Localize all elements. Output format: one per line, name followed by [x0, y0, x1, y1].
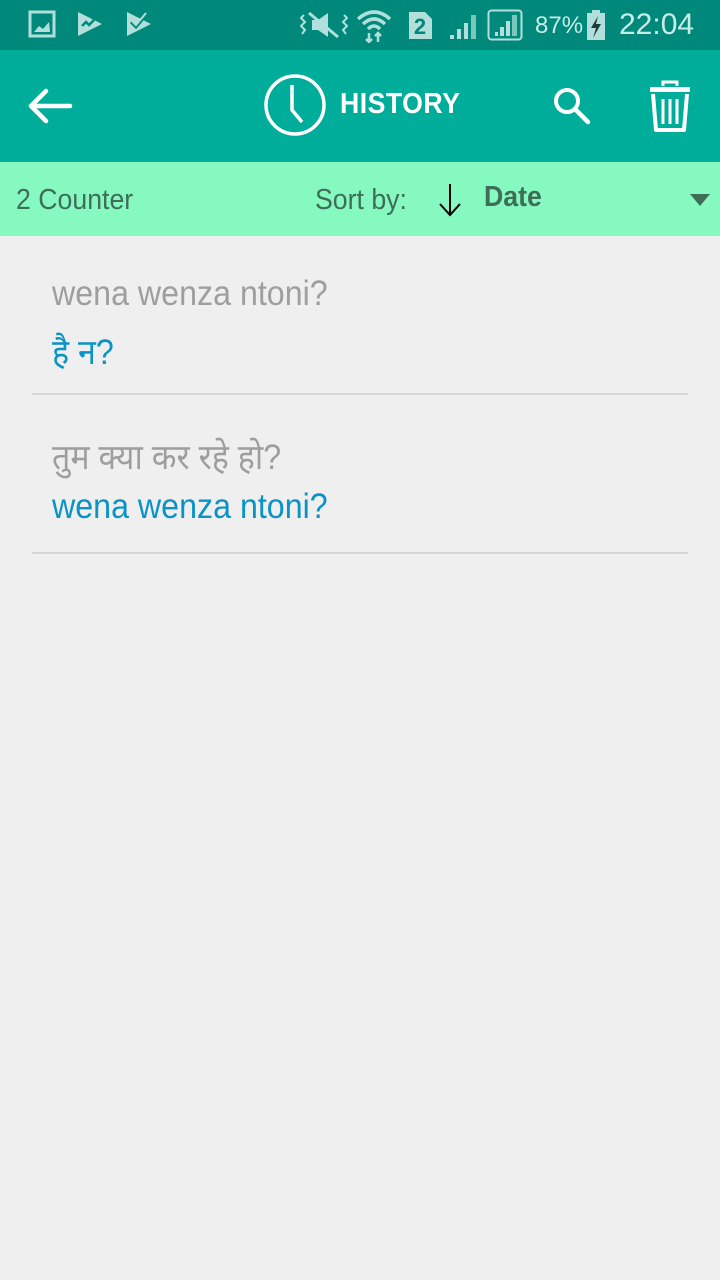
gallery-icon [28, 9, 56, 44]
app-toolbar: HISTORY [0, 50, 720, 162]
svg-text:2: 2 [414, 14, 426, 39]
sim2-icon: 2 [406, 9, 434, 46]
play-store-icon [76, 9, 104, 44]
sort-dropdown[interactable]: Date [484, 181, 542, 214]
sort-label: Sort by: [315, 184, 407, 216]
back-arrow-icon[interactable] [26, 86, 74, 131]
clock-time: 22:04 [619, 8, 695, 41]
sort-direction-arrow-icon[interactable] [437, 182, 463, 223]
search-icon[interactable] [552, 86, 592, 131]
history-item[interactable]: wena wenza ntoni? है न? [32, 236, 688, 395]
source-text: wena wenza ntoni? [52, 274, 328, 313]
history-item[interactable]: तुम क्या कर रहे हो? wena wenza ntoni? [32, 395, 688, 554]
status-bar: 2 87% 22:04 [0, 0, 720, 50]
item-counter: 2 Counter [16, 184, 134, 216]
battery-percent: 87% [535, 12, 584, 39]
wifi-icon [356, 9, 392, 48]
translation-text: है न? [52, 333, 114, 372]
signal-sim2-icon [487, 9, 523, 46]
check-task-icon [125, 9, 153, 44]
signal-icon [448, 9, 482, 46]
trash-icon[interactable] [648, 80, 692, 139]
clock-icon [263, 73, 327, 142]
page-title: HISTORY [340, 88, 461, 120]
history-subbar: 2 Counter Sort by: Date [0, 162, 720, 236]
battery-charging-icon [585, 9, 607, 46]
translation-text: wena wenza ntoni? [52, 487, 328, 526]
dropdown-triangle-icon[interactable] [689, 193, 711, 212]
history-list: wena wenza ntoni? है न? तुम क्या कर रहे … [0, 236, 720, 554]
source-text: तुम क्या कर रहे हो? [52, 438, 282, 477]
mute-vibrate-icon [299, 9, 349, 46]
